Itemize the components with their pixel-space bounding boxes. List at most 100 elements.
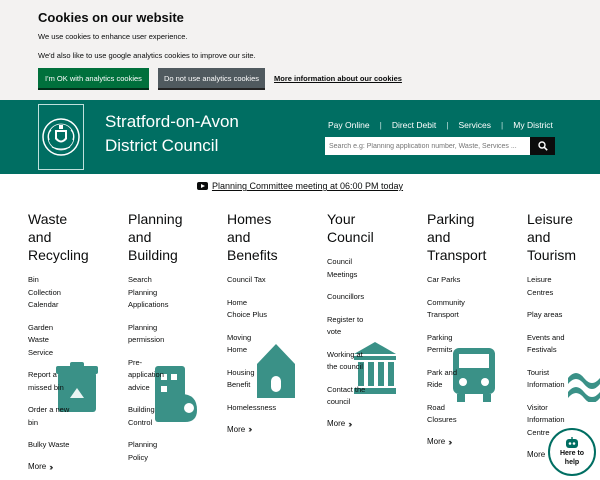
more-label: More bbox=[227, 424, 246, 434]
more-cookie-info-link[interactable]: More information about our cookies bbox=[274, 74, 402, 83]
category-leisure: Leisure and Tourism Leisure Centres Play… bbox=[527, 210, 597, 459]
council-name[interactable]: Stratford-on-Avon District Council bbox=[105, 110, 239, 158]
link-council-tax[interactable]: Council Tax bbox=[227, 274, 307, 287]
link-line: Applications bbox=[128, 300, 169, 309]
link-missed-bin[interactable]: Report a missed bin bbox=[28, 369, 108, 394]
link-line: Planning bbox=[128, 440, 158, 449]
more-link[interactable]: More ›› bbox=[427, 437, 507, 447]
category-title[interactable]: Waste and Recycling bbox=[28, 210, 108, 264]
link-line: Information bbox=[527, 380, 565, 389]
cookie-title: Cookies on our website bbox=[38, 10, 184, 25]
more-link[interactable]: More ›› bbox=[227, 424, 307, 434]
link-park-ride[interactable]: Park and Ride bbox=[427, 367, 507, 392]
category-title[interactable]: Leisure and Tourism bbox=[527, 210, 597, 264]
link-building-control[interactable]: Building Control bbox=[128, 404, 208, 429]
link-tourist-info[interactable]: Tourist Information bbox=[527, 367, 597, 392]
link-working-council[interactable]: Working at the council bbox=[327, 349, 407, 374]
link-line: Road bbox=[427, 402, 445, 412]
link-planning-policy[interactable]: Planning Policy bbox=[128, 439, 208, 464]
cookie-text-2: We'd also like to use google analytics c… bbox=[38, 51, 256, 60]
category-planning: Planning and Building Search Planning Ap… bbox=[128, 210, 208, 474]
link-line: Meetings bbox=[327, 269, 358, 279]
reject-cookies-button[interactable]: Do not use analytics cookies bbox=[158, 68, 265, 88]
accept-cookies-button[interactable]: I'm OK with analytics cookies bbox=[38, 68, 149, 88]
title-line: Parking bbox=[427, 211, 475, 227]
title-line: Council bbox=[327, 229, 374, 245]
link-new-bin[interactable]: Order a new bin bbox=[28, 404, 108, 429]
link-councillors[interactable]: Councillors bbox=[327, 291, 407, 304]
link-line: council bbox=[327, 397, 351, 406]
title-line: Recycling bbox=[28, 247, 89, 263]
link-line: Information bbox=[527, 415, 565, 424]
nav-my-district[interactable]: My District bbox=[503, 120, 563, 130]
link-moving-home[interactable]: Moving Home bbox=[227, 332, 307, 357]
link-contact-council[interactable]: Contact the council bbox=[327, 384, 407, 409]
cookie-banner: Cookies on our website We use cookies to… bbox=[0, 0, 600, 100]
title-line: and bbox=[527, 229, 551, 245]
title-line: Benefits bbox=[227, 247, 278, 263]
help-chat-button[interactable]: Here to help bbox=[548, 428, 596, 476]
category-title[interactable]: Homes and Benefits bbox=[227, 210, 307, 264]
link-events-festivals[interactable]: Events and Festivals bbox=[527, 332, 597, 357]
link-line: Events and bbox=[527, 332, 565, 342]
double-chevron-icon: ›› bbox=[348, 418, 352, 429]
link-garden-waste[interactable]: Garden Waste Service bbox=[28, 322, 108, 360]
link-leisure-centres[interactable]: Leisure Centres bbox=[527, 274, 597, 299]
link-council-meetings[interactable]: Council Meetings bbox=[327, 256, 407, 281]
link-line: Community bbox=[427, 297, 465, 307]
search-button[interactable] bbox=[530, 137, 555, 155]
title-line: and bbox=[427, 229, 451, 245]
category-title[interactable]: Parking and Transport bbox=[427, 210, 507, 264]
link-housing-benefit[interactable]: Housing Benefit bbox=[227, 367, 307, 392]
link-line: vote bbox=[327, 327, 342, 336]
link-line: Home bbox=[227, 345, 248, 354]
top-navigation: Pay Online | Direct Debit | Services | M… bbox=[318, 120, 563, 130]
link-parking-permits[interactable]: Parking Permits bbox=[427, 332, 507, 357]
link-bulky-waste[interactable]: Bulky Waste bbox=[28, 439, 108, 452]
category-title[interactable]: Your Council bbox=[327, 210, 407, 246]
link-line: Collection bbox=[28, 287, 61, 297]
link-line: Council Tax bbox=[227, 275, 266, 284]
link-pre-application[interactable]: Pre- application advice bbox=[128, 357, 208, 395]
cookie-text-1: We use cookies to enhance user experienc… bbox=[38, 32, 188, 41]
link-line: Centres bbox=[527, 287, 554, 297]
search-icon bbox=[537, 141, 548, 151]
link-play-areas[interactable]: Play areas bbox=[527, 309, 597, 322]
link-homelessness[interactable]: Homelessness bbox=[227, 402, 307, 415]
link-register-vote[interactable]: Register to vote bbox=[327, 314, 407, 339]
more-link[interactable]: More ›› bbox=[327, 419, 407, 429]
council-crest-logo[interactable] bbox=[38, 104, 84, 170]
link-planning-permission[interactable]: Planning permission bbox=[128, 322, 208, 347]
link-home-choice[interactable]: Home Choice Plus bbox=[227, 297, 307, 322]
double-chevron-icon: ›› bbox=[49, 461, 53, 472]
announcement-link[interactable]: Planning Committee meeting at 06:00 PM t… bbox=[212, 181, 403, 191]
link-line: Car Parks bbox=[427, 275, 461, 284]
nav-pay-online[interactable]: Pay Online bbox=[318, 120, 380, 130]
more-label: More bbox=[327, 419, 346, 428]
link-line: Transport bbox=[427, 310, 459, 319]
link-line: Festivals bbox=[527, 345, 557, 354]
nav-direct-debit[interactable]: Direct Debit bbox=[382, 120, 446, 130]
title-line: Transport bbox=[427, 247, 487, 263]
double-chevron-icon: ›› bbox=[248, 424, 252, 434]
link-community-transport[interactable]: Community Transport bbox=[427, 297, 507, 322]
nav-services[interactable]: Services bbox=[448, 120, 501, 130]
search-input[interactable] bbox=[325, 137, 530, 155]
link-line: Working at bbox=[327, 349, 363, 359]
link-line: Report a bbox=[28, 370, 57, 379]
link-line: Parking bbox=[427, 332, 453, 342]
link-line: the council bbox=[327, 362, 363, 371]
link-line: Order a new bbox=[28, 405, 70, 414]
announcement-bar: Planning Committee meeting at 06:00 PM t… bbox=[0, 178, 600, 194]
council-name-line-1: Stratford-on-Avon bbox=[105, 112, 239, 131]
link-line: Leisure bbox=[527, 275, 552, 284]
title-line: Tourism bbox=[527, 247, 577, 263]
council-name-line-2: District Council bbox=[105, 136, 219, 155]
category-title[interactable]: Planning and Building bbox=[128, 210, 208, 264]
link-bin-collection[interactable]: Bin Collection Calendar bbox=[28, 274, 108, 312]
link-road-closures[interactable]: Road Closures bbox=[427, 402, 507, 427]
link-line: Play areas bbox=[527, 310, 563, 319]
link-car-parks[interactable]: Car Parks bbox=[427, 274, 507, 287]
link-search-planning[interactable]: Search Planning Applications bbox=[128, 274, 208, 312]
more-link[interactable]: More ›› bbox=[28, 462, 108, 472]
